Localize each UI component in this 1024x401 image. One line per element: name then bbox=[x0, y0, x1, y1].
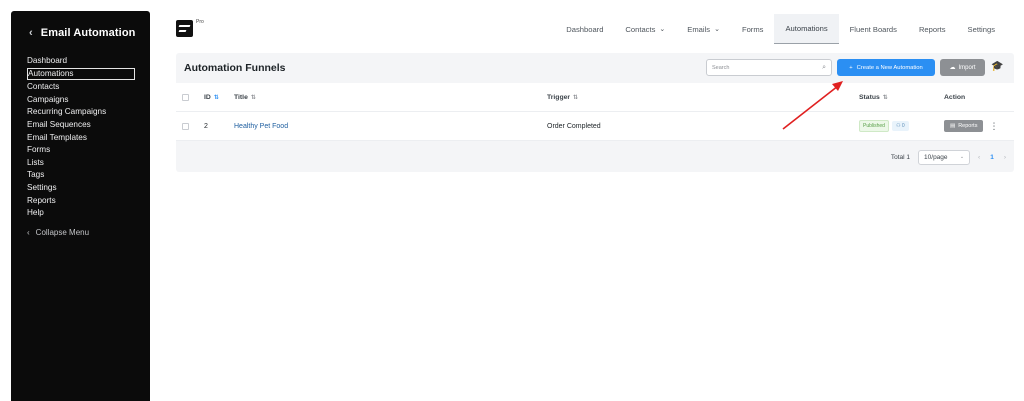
sidebar-header[interactable]: ‹ Email Automation bbox=[11, 11, 150, 55]
plus-icon: + bbox=[849, 64, 853, 71]
pager: ‹ 1 › bbox=[978, 154, 1006, 161]
import-button[interactable]: ☁ Import bbox=[940, 59, 985, 76]
chevron-down-icon: ⌄ bbox=[659, 26, 666, 33]
row-status: Published ⚇ 0 bbox=[859, 112, 909, 140]
per-page-select[interactable]: 10/page ⌄ bbox=[918, 149, 971, 165]
sort-icon: ⇅ bbox=[882, 94, 888, 101]
create-automation-button[interactable]: + Create a New Automation bbox=[837, 59, 935, 76]
sort-icon: ⇅ bbox=[250, 94, 256, 101]
automations-table: ID ⇅ Title ⇅ Trigger ⇅ Status ⇅ Action 2 Hea… bbox=[176, 83, 1014, 141]
status-badge: Published bbox=[859, 120, 889, 132]
row-trigger: Order Completed bbox=[547, 122, 601, 130]
total-count: Total 1 bbox=[890, 153, 911, 161]
row-checkbox[interactable] bbox=[182, 123, 189, 130]
collapse-menu-label: Collapse Menu bbox=[35, 227, 90, 237]
panel-header: Automation Funnels Search ⌕ + Create a N… bbox=[176, 53, 1014, 83]
pagination: Total 1 10/page ⌄ ‹ 1 › bbox=[176, 142, 1014, 172]
sidebar-item-campaigns[interactable]: Campaigns bbox=[27, 94, 150, 107]
chevron-left-icon: ‹ bbox=[29, 27, 33, 39]
nav-fluent-boards-label: Fluent Boards bbox=[849, 24, 897, 34]
row-title-link[interactable]: Healthy Pet Food bbox=[234, 112, 288, 140]
search-icon[interactable]: ⌕ bbox=[822, 64, 826, 72]
more-options-icon[interactable]: ⋮ bbox=[989, 121, 998, 132]
sidebar-item-contacts[interactable]: Contacts bbox=[27, 81, 150, 94]
sidebar-item-lists[interactable]: Lists bbox=[27, 157, 150, 170]
chevron-left-icon: ‹ bbox=[27, 227, 30, 237]
column-trigger-label: Trigger bbox=[547, 93, 571, 101]
sidebar-item-forms[interactable]: Forms bbox=[27, 144, 150, 157]
sort-icon: ⇅ bbox=[213, 94, 219, 101]
sidebar: ‹ Email Automation Dashboard Automations… bbox=[11, 11, 150, 401]
reports-button[interactable]: ▤ Reports bbox=[944, 120, 984, 132]
sidebar-title: Email Automation bbox=[40, 27, 136, 39]
column-status-label: Status bbox=[859, 93, 880, 101]
page-number[interactable]: 1 bbox=[990, 154, 994, 161]
fluentcrm-logo-icon[interactable] bbox=[176, 20, 193, 37]
subscriber-count: 0 bbox=[901, 123, 905, 129]
row-id: 2 bbox=[204, 122, 208, 130]
sidebar-item-email-sequences[interactable]: Email Sequences bbox=[27, 119, 150, 132]
collapse-menu-button[interactable]: ‹ Collapse Menu bbox=[11, 228, 150, 237]
nav-contacts-label: Contacts bbox=[625, 24, 656, 34]
table-row: 2 Healthy Pet Food Order Completed Publi… bbox=[176, 112, 1014, 141]
subscriber-count-badge: ⚇ 0 bbox=[891, 121, 909, 131]
per-page-value: 10/page bbox=[924, 153, 948, 161]
automation-funnels-panel: Automation Funnels Search ⌕ + Create a N… bbox=[176, 53, 1014, 172]
column-id-label: ID bbox=[204, 93, 211, 101]
chart-icon: ▤ bbox=[950, 123, 956, 129]
select-all-checkbox[interactable] bbox=[182, 94, 189, 101]
chevron-down-icon: ⌄ bbox=[959, 154, 965, 160]
pro-badge: Pro bbox=[196, 19, 204, 25]
nav-settings[interactable]: Settings bbox=[957, 14, 1006, 44]
prev-page-button[interactable]: ‹ bbox=[978, 154, 980, 161]
column-title-label: Title bbox=[234, 93, 248, 101]
sidebar-item-reports[interactable]: Reports bbox=[27, 195, 150, 208]
reports-label: Reports bbox=[958, 123, 978, 129]
create-automation-label: Create a New Automation bbox=[856, 64, 923, 71]
nav-reports-label: Reports bbox=[918, 24, 946, 34]
page-title: Automation Funnels bbox=[184, 62, 286, 74]
sort-icon: ⇅ bbox=[573, 94, 579, 101]
search-input[interactable]: Search ⌕ bbox=[706, 59, 832, 76]
nav-automations[interactable]: Automations bbox=[774, 14, 839, 44]
nav-fluent-boards[interactable]: Fluent Boards bbox=[839, 14, 908, 44]
nav-forms[interactable]: Forms bbox=[731, 14, 775, 44]
table-header-row: ID ⇅ Title ⇅ Trigger ⇅ Status ⇅ Action bbox=[176, 83, 1014, 112]
sidebar-item-dashboard[interactable]: Dashboard bbox=[27, 55, 150, 68]
nav-dashboard-label: Dashboard bbox=[566, 24, 604, 34]
cloud-upload-icon: ☁ bbox=[949, 65, 956, 71]
column-status[interactable]: Status ⇅ bbox=[859, 83, 888, 111]
sidebar-item-recurring-campaigns[interactable]: Recurring Campaigns bbox=[27, 106, 150, 119]
nav-automations-label: Automations bbox=[785, 24, 828, 33]
sidebar-menu: Dashboard Automations Contacts Campaigns… bbox=[11, 55, 150, 220]
column-id[interactable]: ID ⇅ bbox=[204, 83, 219, 111]
sidebar-item-settings[interactable]: Settings bbox=[27, 182, 150, 195]
import-label: Import bbox=[958, 64, 976, 71]
column-trigger[interactable]: Trigger ⇅ bbox=[547, 83, 578, 111]
nav-settings-label: Settings bbox=[967, 24, 995, 34]
nav-dashboard[interactable]: Dashboard bbox=[555, 14, 614, 44]
next-page-button[interactable]: › bbox=[1004, 154, 1006, 161]
nav-contacts[interactable]: Contacts ⌄ bbox=[614, 14, 676, 44]
sidebar-item-automations[interactable]: Automations bbox=[27, 67, 135, 80]
nav-emails[interactable]: Emails ⌄ bbox=[676, 14, 731, 44]
nav-emails-label: Emails bbox=[687, 24, 711, 34]
search-placeholder: Search bbox=[712, 64, 730, 71]
sidebar-item-email-templates[interactable]: Email Templates bbox=[27, 132, 150, 145]
nav-reports[interactable]: Reports bbox=[908, 14, 957, 44]
nav-forms-label: Forms bbox=[741, 24, 764, 34]
sidebar-item-help[interactable]: Help bbox=[27, 207, 150, 220]
column-action: Action bbox=[944, 93, 966, 101]
top-nav: Dashboard Contacts ⌄ Emails ⌄ Forms Automa… bbox=[555, 14, 1006, 44]
column-title[interactable]: Title ⇅ bbox=[234, 83, 256, 111]
chevron-down-icon: ⌄ bbox=[714, 26, 720, 33]
sidebar-item-tags[interactable]: Tags bbox=[27, 169, 150, 182]
graduation-cap-icon[interactable]: 🎓 bbox=[991, 61, 1003, 72]
row-actions: ▤ Reports ⋮ bbox=[944, 112, 998, 140]
